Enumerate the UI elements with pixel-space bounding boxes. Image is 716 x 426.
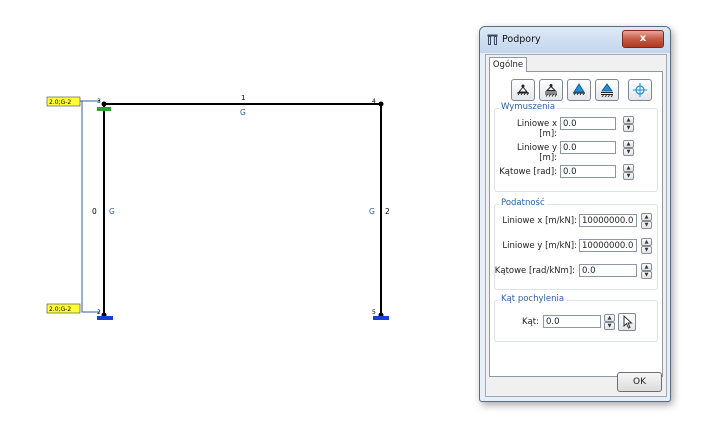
dialog-titlebar[interactable]: Podpory x xyxy=(480,27,670,53)
node-target-icon xyxy=(633,83,647,97)
compliance-angular-input[interactable] xyxy=(579,264,637,277)
spin-down-icon[interactable]: ▼ xyxy=(641,246,652,254)
spin-up-icon[interactable]: ▲ xyxy=(641,213,652,221)
fixed-support-icon xyxy=(573,83,585,96)
group-tilt-angle: Kąt pochylenia Kąt: ▲ ▼ xyxy=(494,294,658,342)
spin-down-icon[interactable]: ▼ xyxy=(623,148,634,156)
member-section-label: G xyxy=(240,108,246,117)
tab-general[interactable]: Ogólne xyxy=(489,57,527,72)
member-number-label: 0 xyxy=(92,207,97,216)
forcing-angular-label: Kątowe [rad]: xyxy=(499,167,557,177)
support-tag-text: 2.0;G-2 xyxy=(49,306,71,313)
forcing-linear-x-input[interactable] xyxy=(560,117,616,130)
node-point[interactable] xyxy=(378,101,384,107)
support-tag-text: 2.0;G-2 xyxy=(49,99,71,106)
close-button[interactable]: x xyxy=(622,30,664,48)
spin-up-icon[interactable]: ▲ xyxy=(623,116,634,124)
pick-angle-button[interactable] xyxy=(618,313,636,331)
tilt-angle-spinner[interactable]: ▲ ▼ xyxy=(604,314,615,330)
forcing-linear-x-label: Liniowe x [m]: xyxy=(517,119,557,139)
group-tilt-angle-title: Kąt pochylenia xyxy=(499,294,567,304)
spin-down-icon[interactable]: ▼ xyxy=(623,124,634,132)
compliance-linear-x-input[interactable] xyxy=(579,214,637,227)
forcing-angular-spinner[interactable]: ▲ ▼ xyxy=(623,164,634,180)
node-number-label: 2 xyxy=(97,309,101,316)
support-frame-icon xyxy=(487,34,498,45)
spin-up-icon[interactable]: ▲ xyxy=(623,164,634,172)
forcing-angular-input[interactable] xyxy=(560,165,616,178)
compliance-linear-x-label: Liniowe x [m/kN]: xyxy=(502,216,577,226)
spin-up-icon[interactable]: ▲ xyxy=(604,314,615,322)
group-compliance: Podatność Liniowe x [m/kN]: ▲ ▼ Liniowe … xyxy=(494,198,658,290)
tilt-angle-input[interactable] xyxy=(543,315,601,328)
group-forcing-title: Wymuszenia xyxy=(499,102,558,112)
pinned-support-button[interactable] xyxy=(511,79,535,101)
fixed-roller-support-button[interactable] xyxy=(595,79,619,101)
spin-up-icon[interactable]: ▲ xyxy=(641,263,652,271)
node-point[interactable] xyxy=(101,101,107,107)
support-fixed-left[interactable] xyxy=(97,316,113,320)
compliance-linear-y-label: Liniowe y [m/kN]: xyxy=(502,241,577,251)
spin-down-icon[interactable]: ▼ xyxy=(623,172,634,180)
member-section-label: G xyxy=(109,207,115,216)
cursor-arrow-icon xyxy=(623,314,633,329)
member-section-label: G xyxy=(369,207,375,216)
node-number-label: 3 xyxy=(97,98,101,105)
support-tag-bracket xyxy=(81,101,100,313)
dialog-client: Ogólne Wymuszenia Liniowe x [m]: 0.0 ▲ ▼… xyxy=(485,54,667,397)
supports-dialog: Podpory x Ogólne Wymuszenia Liniowe x [m… xyxy=(479,26,671,402)
fixed-support-button[interactable] xyxy=(567,79,591,101)
node-number-label: 5 xyxy=(372,309,376,316)
node-number-label: 4 xyxy=(372,98,376,105)
spin-up-icon[interactable]: ▲ xyxy=(641,238,652,246)
forcing-linear-y-label: Liniowe y [m]: xyxy=(517,143,557,163)
member-number-label: 2 xyxy=(385,207,390,216)
forcing-linear-x-spinner[interactable]: ▲ ▼ xyxy=(623,116,634,132)
dialog-title: Podpory xyxy=(502,34,541,45)
spin-down-icon[interactable]: ▼ xyxy=(641,221,652,229)
group-compliance-title: Podatność xyxy=(499,198,547,208)
fixed-roller-support-icon xyxy=(601,83,613,98)
node-target-button[interactable] xyxy=(628,79,652,101)
spin-down-icon[interactable]: ▼ xyxy=(641,271,652,279)
compliance-linear-y-input[interactable] xyxy=(579,239,637,252)
group-forcing: Wymuszenia Liniowe x [m]: ▲ ▼ Liniowe y … xyxy=(494,102,658,192)
ok-button[interactable]: OK xyxy=(617,372,662,392)
spin-down-icon[interactable]: ▼ xyxy=(604,322,615,330)
spin-up-icon[interactable]: ▲ xyxy=(623,140,634,148)
member-number-label: 1 xyxy=(241,94,245,102)
tab-panel-general: Wymuszenia Liniowe x [m]: ▲ ▼ Liniowe y … xyxy=(489,71,663,377)
compliance-angular-spinner[interactable]: ▲ ▼ xyxy=(641,263,652,279)
compliance-linear-y-spinner[interactable]: ▲ ▼ xyxy=(641,238,652,254)
support-selected-green[interactable] xyxy=(97,107,111,111)
pinned-support-icon xyxy=(517,84,529,96)
tilt-angle-label: Kąt: xyxy=(522,317,539,327)
support-fixed-right[interactable] xyxy=(373,316,389,320)
compliance-angular-label: Kątowe [rad/kNm]: xyxy=(494,266,575,276)
roller-support-icon xyxy=(545,84,557,97)
forcing-linear-y-spinner[interactable]: ▲ ▼ xyxy=(623,140,634,156)
compliance-linear-x-spinner[interactable]: ▲ ▼ xyxy=(641,213,652,229)
roller-support-button[interactable] xyxy=(539,79,563,101)
forcing-linear-y-input[interactable] xyxy=(560,141,616,154)
